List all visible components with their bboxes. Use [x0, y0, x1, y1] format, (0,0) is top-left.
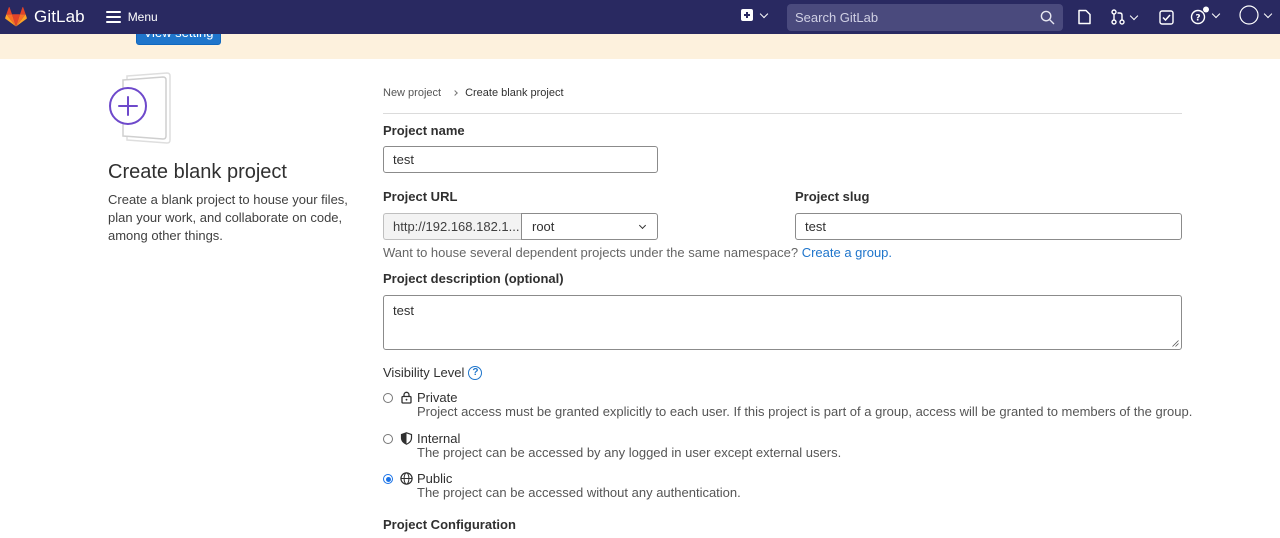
private-description: Project access must be granted explicitl… — [417, 404, 1193, 419]
divider — [383, 113, 1182, 114]
gitlab-home-link[interactable]: GitLab — [5, 0, 85, 34]
project-description-textarea[interactable]: test — [383, 295, 1182, 350]
notification-banner: View setting — [0, 34, 1280, 59]
menu-label: Menu — [127, 10, 158, 24]
shield-icon — [400, 432, 413, 445]
project-url-prefix: http://192.168.182.1... — [383, 213, 521, 240]
brand-name: GitLab — [34, 7, 85, 26]
blank-project-illustration-icon — [109, 72, 171, 144]
chevron-right-icon — [452, 90, 458, 96]
visibility-option-private[interactable]: Private Project access must be granted e… — [383, 390, 1192, 420]
top-navbar: GitLab Menu Search GitLab ? — [0, 0, 1280, 34]
intro-description: Create a blank project to house your fil… — [108, 192, 348, 243]
chevron-down-icon — [1263, 9, 1273, 18]
project-configuration-heading: Project Configuration — [383, 517, 516, 532]
todos-nav[interactable] — [1159, 9, 1174, 25]
breadcrumb-new-project[interactable]: New project — [383, 87, 441, 99]
chevron-down-icon — [759, 9, 769, 18]
public-label: Public — [417, 471, 453, 486]
chevron-down-icon — [1129, 11, 1139, 20]
namespace-select[interactable]: root — [521, 213, 658, 240]
question-help-icon[interactable]: ? — [468, 365, 483, 380]
public-description: The project can be accessed without any … — [417, 485, 741, 500]
menu-button[interactable]: Menu — [105, 0, 158, 34]
visibility-level-label: Visibility Level — [383, 365, 465, 380]
intro-panel: Create blank project Create a blank proj… — [108, 72, 363, 245]
gitlab-logo-icon — [5, 7, 27, 27]
todo-check-icon — [1159, 9, 1174, 25]
lock-icon — [401, 391, 412, 404]
visibility-option-public[interactable]: Public The project can be accessed witho… — [383, 471, 1173, 501]
namespace-help: Want to house several dependent projects… — [383, 245, 892, 260]
internal-label: Internal — [417, 431, 461, 446]
create-new-dropdown[interactable] — [741, 9, 769, 21]
hamburger-icon — [105, 11, 121, 23]
new-project-form: New project Create blank project — [383, 84, 1182, 114]
chevron-down-icon — [638, 221, 647, 230]
create-group-link[interactable]: Create a group. — [802, 245, 892, 260]
view-setting-button[interactable]: View setting — [136, 34, 221, 45]
search-icon[interactable] — [1040, 10, 1055, 25]
intro-title: Create blank project — [108, 161, 287, 183]
namespace-help-text: Want to house several dependent projects… — [383, 245, 799, 260]
project-description-label: Project description (optional) — [383, 271, 564, 286]
globe-icon — [400, 472, 413, 485]
private-radio[interactable] — [383, 393, 393, 403]
visibility-level-heading: Visibility Level ? — [383, 365, 483, 380]
plus-square-icon — [741, 9, 753, 21]
project-slug-label: Project slug — [795, 189, 870, 204]
help-nav[interactable]: ? — [1190, 6, 1221, 24]
project-url-label: Project URL — [383, 189, 458, 204]
avatar — [1239, 5, 1259, 25]
project-name-input[interactable]: test — [383, 146, 658, 173]
svg-text:?: ? — [1195, 13, 1200, 23]
help-icon: ? — [1190, 6, 1209, 24]
resize-grip-icon[interactable] — [1172, 340, 1179, 347]
merge-requests-nav[interactable] — [1111, 9, 1139, 25]
merge-request-icon — [1111, 9, 1125, 25]
user-avatar-menu[interactable] — [1239, 5, 1273, 25]
issues-icon — [1078, 9, 1091, 25]
breadcrumb: New project Create blank project — [383, 84, 1182, 102]
project-description-value: test — [393, 303, 414, 318]
visibility-option-internal[interactable]: Internal The project can be accessed by … — [383, 431, 1173, 461]
search-input[interactable] — [787, 10, 1027, 25]
project-slug-input[interactable]: test — [795, 213, 1182, 240]
project-name-label: Project name — [383, 123, 465, 138]
chevron-down-icon — [1211, 9, 1221, 18]
internal-radio[interactable] — [383, 434, 393, 444]
namespace-value: root — [532, 219, 555, 234]
issues-nav[interactable] — [1077, 9, 1092, 25]
private-label: Private — [417, 390, 458, 405]
internal-description: The project can be accessed by any logge… — [417, 445, 842, 460]
breadcrumb-current: Create blank project — [465, 87, 564, 99]
search-box — [787, 4, 1063, 31]
public-radio[interactable] — [383, 474, 393, 484]
